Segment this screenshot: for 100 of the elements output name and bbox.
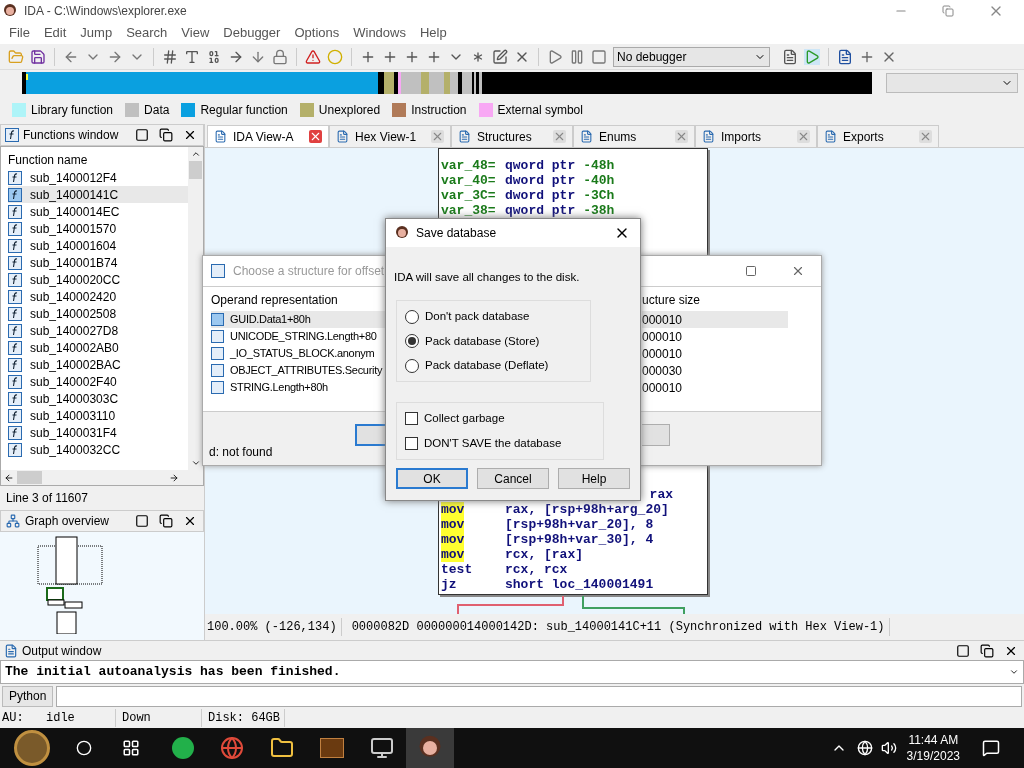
active-app-button[interactable] [406, 728, 454, 768]
function-item[interactable]: sub_140002508 [8, 305, 188, 322]
volume-icon[interactable] [880, 740, 897, 756]
scrollbar[interactable] [188, 147, 203, 470]
structure-row[interactable]: OBJECT_ATTRIBUTES.Security [211, 362, 386, 379]
function-item[interactable]: sub_1400020CC [8, 271, 188, 288]
radio-button[interactable] [405, 358, 419, 373]
pause-icon[interactable] [569, 48, 585, 65]
scroll-down-icon[interactable] [190, 458, 201, 468]
structure-row[interactable]: _IO_STATUS_BLOCK.anonym [211, 345, 386, 362]
scroll-up-icon[interactable] [190, 149, 201, 159]
menu-item[interactable]: Search [119, 23, 175, 43]
close-icon[interactable] [183, 128, 197, 142]
maximize-icon[interactable] [135, 514, 149, 528]
radio-button[interactable] [405, 334, 419, 349]
restore-icon[interactable] [159, 514, 173, 528]
checkbox[interactable] [405, 437, 418, 451]
function-item[interactable]: sub_140001604 [8, 237, 188, 254]
column-header[interactable]: ucture size [642, 291, 788, 311]
stop-icon[interactable] [591, 48, 607, 65]
function-item[interactable]: sub_140002F40 [8, 373, 188, 390]
search-icon[interactable] [76, 740, 92, 756]
warning-icon[interactable] [305, 48, 321, 65]
menu-item[interactable]: Edit [36, 23, 74, 43]
dialog-button[interactable] [355, 424, 386, 446]
maximize-icon[interactable] [956, 643, 970, 658]
app-icon[interactable] [320, 738, 344, 758]
tab[interactable]: IDA View-A [207, 125, 329, 147]
maximize-icon[interactable] [135, 128, 149, 142]
notifications-icon[interactable] [982, 739, 1000, 757]
function-item[interactable]: sub_140001570 [8, 220, 188, 237]
menu-item[interactable]: Debugger [216, 23, 288, 43]
text-icon[interactable] [184, 48, 200, 65]
structure-row[interactable]: GUID.Data1+80h [211, 311, 386, 328]
restore-icon[interactable] [980, 643, 994, 658]
scroll-right-icon[interactable] [169, 472, 179, 483]
monitor-icon[interactable] [370, 736, 394, 760]
tab[interactable]: Structures [451, 125, 573, 147]
save-icon[interactable] [30, 48, 46, 65]
scroll-thumb[interactable] [189, 161, 202, 179]
radio-option[interactable]: Don't pack database [405, 308, 590, 326]
scroll-left-icon[interactable] [4, 472, 14, 483]
function-item[interactable]: sub_1400012F4 [8, 169, 188, 186]
structure-row[interactable]: STRING.Length+80h [211, 379, 386, 396]
function-item[interactable]: sub_1400014EC [8, 203, 188, 220]
tab[interactable]: Hex View-1 [329, 125, 451, 147]
function-item[interactable]: sub_14000303C [8, 390, 188, 407]
play-icon[interactable] [547, 48, 563, 65]
menu-item[interactable]: Jump [73, 23, 120, 43]
horizontal-scrollbar[interactable] [1, 470, 203, 485]
structure-row[interactable]: UNICODE_STRING.Length+80 [211, 328, 386, 345]
edit-icon[interactable] [492, 48, 508, 65]
function-item[interactable]: sub_140001B74 [8, 254, 188, 271]
function-item[interactable]: sub_1400027D8 [8, 322, 188, 339]
binary-icon[interactable] [206, 48, 222, 65]
function-item[interactable]: sub_140002AB0 [8, 339, 188, 356]
radio-option[interactable]: Pack database (Store) [405, 332, 590, 350]
function-item[interactable]: sub_1400032CC [8, 441, 188, 458]
menu-item[interactable]: File [2, 23, 37, 43]
function-item[interactable]: sub_140002BAC [8, 356, 188, 373]
clock-time[interactable]: 11:44 AM [908, 732, 959, 748]
function-item[interactable]: sub_1400031F4 [8, 424, 188, 441]
debugger-dropdown[interactable]: No debugger [613, 46, 770, 67]
checkbox[interactable] [405, 412, 418, 426]
document-icon[interactable] [782, 48, 798, 65]
lock-icon[interactable] [272, 48, 288, 65]
function-item[interactable]: sub_140003110 [8, 407, 188, 424]
spin-icon[interactable] [1009, 667, 1019, 677]
close-icon[interactable] [183, 514, 197, 528]
tab[interactable]: Exports [817, 125, 939, 147]
dialog-button[interactable]: Cancel [477, 468, 549, 490]
dialog-button[interactable]: Help [558, 468, 630, 490]
radio-option[interactable]: Pack database (Deflate) [405, 356, 590, 375]
network-icon[interactable] [856, 740, 873, 756]
menu-item[interactable]: Help [413, 23, 454, 43]
column-header[interactable]: Function name [8, 151, 188, 169]
language-button[interactable]: Python [2, 685, 54, 707]
tab[interactable]: Enums [573, 125, 695, 147]
scroll-thumb[interactable] [17, 471, 42, 484]
play-icon[interactable] [804, 48, 820, 65]
command-input-field[interactable] [56, 685, 1022, 707]
checkbox-label[interactable]: Collect garbage [424, 410, 505, 428]
clock-date[interactable]: 3/19/2023 [906, 748, 960, 764]
function-item[interactable]: sub_140002420 [8, 288, 188, 305]
menu-item[interactable]: View [174, 23, 217, 43]
maximize-icon[interactable] [745, 265, 757, 277]
task-view-icon[interactable] [122, 739, 140, 757]
hash-icon[interactable] [162, 48, 178, 65]
dialog-button[interactable]: OK [396, 468, 468, 490]
radio-button[interactable] [405, 310, 419, 324]
start-button[interactable] [14, 730, 50, 766]
folder-icon[interactable] [270, 736, 294, 760]
column-header[interactable]: Operand representation [211, 291, 386, 311]
menu-item[interactable]: Options [287, 23, 347, 43]
document-icon[interactable] [837, 48, 853, 65]
restore-icon[interactable] [159, 128, 173, 142]
tab[interactable]: Imports [695, 125, 817, 147]
menu-item[interactable]: Windows [346, 23, 413, 43]
function-item[interactable]: sub_14000141C [8, 186, 188, 203]
checkbox-label[interactable]: DON'T SAVE the database [424, 435, 562, 453]
